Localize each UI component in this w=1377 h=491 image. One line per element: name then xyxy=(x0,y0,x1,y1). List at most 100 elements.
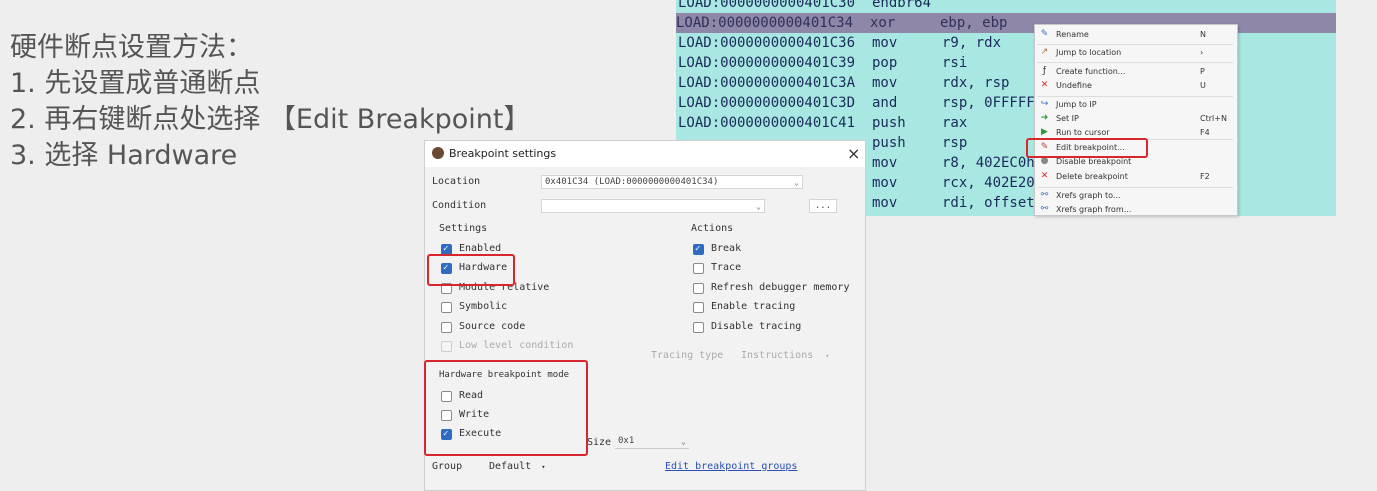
menu-item-xrefs-graph-to[interactable]: ⚯ Xrefs graph to... xyxy=(1035,189,1237,203)
symbolic-checkbox[interactable] xyxy=(441,302,452,313)
group-select[interactable]: Default ▾ xyxy=(489,461,545,472)
menu-item-shortcut: F2 xyxy=(1200,172,1210,181)
close-icon: ✕ xyxy=(1040,80,1049,90)
menu-separator xyxy=(1037,96,1233,97)
condition-label: Condition xyxy=(432,200,487,211)
chevron-down-icon: ⌄ xyxy=(794,178,799,187)
disasm-address: LOAD:0000000000401C3D xyxy=(678,95,856,111)
disable-breakpoint-icon: ● xyxy=(1040,156,1049,166)
rename-icon: ✎ xyxy=(1040,29,1049,39)
disasm-operands: rdx, rsp xyxy=(942,75,1010,91)
disasm-mnemonic: push xyxy=(872,115,906,131)
menu-item-label: Rename xyxy=(1056,30,1089,39)
menu-item-shortcut: F4 xyxy=(1200,128,1210,137)
disasm-operands: r9, rdx xyxy=(942,35,1002,51)
disasm-line[interactable]: LOAD:0000000000401C3A mov rdx, rsp xyxy=(678,73,1009,93)
condition-input[interactable]: ⌄ xyxy=(541,199,765,213)
tracing-type-value: Instructions xyxy=(741,350,814,361)
disasm-operands: rdi, offset xyxy=(942,195,1035,211)
disasm-mnemonic: mov xyxy=(872,155,898,171)
tracing-type-label: Tracing type xyxy=(651,350,724,361)
enable-tracing-label: Enable tracing xyxy=(711,301,796,312)
menu-item-label: Delete breakpoint xyxy=(1056,172,1128,181)
disasm-mnemonic: mov xyxy=(872,75,898,91)
break-checkbox[interactable] xyxy=(693,244,704,255)
disasm-mnemonic: mov xyxy=(872,175,898,191)
menu-item-jump-to-location[interactable]: ↗ Jump to location › xyxy=(1035,46,1237,60)
enable-tracing-checkbox[interactable] xyxy=(693,302,704,313)
menu-item-xrefs-graph-from[interactable]: ⚯ Xrefs graph from... xyxy=(1035,203,1237,217)
disasm-operands: rax xyxy=(942,115,968,131)
disasm-line[interactable]: LOAD:0000000000401C41 push rax xyxy=(678,113,967,133)
group-value: Default xyxy=(489,461,532,472)
menu-item-label: Jump to location xyxy=(1056,48,1122,57)
menu-item-label: Set IP xyxy=(1056,114,1079,123)
disasm-operands: rsp, 0FFFFF xyxy=(942,95,1035,111)
disasm-line[interactable]: LOAD:0000000000401C36 mov r9, rdx xyxy=(678,33,1001,53)
disasm-address: LOAD:0000000000401C3A xyxy=(678,75,856,91)
symbolic-label: Symbolic xyxy=(459,301,508,312)
menu-item-label: Xrefs graph from... xyxy=(1056,205,1132,214)
disasm-mnemonic: pop xyxy=(872,55,898,71)
menu-item-create-function[interactable]: ƒ Create function... P xyxy=(1035,65,1237,79)
menu-item-shortcut: Ctrl+N xyxy=(1200,114,1227,123)
menu-item-delete-breakpoint[interactable]: ✕ Delete breakpoint F2 xyxy=(1035,170,1237,184)
menu-item-set-ip[interactable]: ➜ Set IP Ctrl+N xyxy=(1035,112,1237,126)
slide-step-1: 1. 先设置成普通断点 xyxy=(10,68,261,99)
slide-title: 硬件断点设置方法： xyxy=(10,32,253,63)
disasm-address: LOAD:0000000000401C39 xyxy=(678,55,856,71)
actions-group-label: Actions xyxy=(691,223,734,234)
condition-ellipsis-button[interactable]: ... xyxy=(809,199,837,213)
disasm-mnemonic: xor xyxy=(870,15,896,31)
disasm-address: LOAD:0000000000401C36 xyxy=(678,35,856,51)
edit-breakpoint-highlight xyxy=(1026,138,1148,158)
jump-ip-icon: ↪ xyxy=(1040,99,1049,109)
menu-separator xyxy=(1037,62,1233,63)
set-ip-icon: ➜ xyxy=(1040,113,1049,123)
size-label: Size xyxy=(587,437,612,448)
location-label: Location xyxy=(432,176,481,187)
disasm-line[interactable]: LOAD:0000000000401C30 endbr64 xyxy=(678,0,942,13)
context-menu: ✎ Rename N ↗ Jump to location › ƒ Create functi… xyxy=(1034,24,1238,216)
source-code-label: Source code xyxy=(459,321,526,332)
menu-item-shortcut: U xyxy=(1200,81,1206,90)
menu-item-jump-to-ip[interactable]: ↪ Jump to IP xyxy=(1035,98,1237,112)
location-value: 0x401C34 (LOAD:0000000000401C34) xyxy=(545,177,719,187)
disasm-operands: rcx, 402E20 xyxy=(942,175,1035,191)
menu-item-undefine[interactable]: ✕ Undefine U xyxy=(1035,79,1237,93)
source-code-checkbox[interactable] xyxy=(441,322,452,333)
disasm-operands: rsp xyxy=(942,135,968,151)
disasm-line[interactable]: LOAD:0000000000401C3D and rsp, 0FFFFF xyxy=(678,93,1035,113)
hardware-checkbox-highlight xyxy=(427,254,515,286)
disasm-mnemonic: and xyxy=(872,95,898,111)
refresh-debugger-memory-checkbox[interactable] xyxy=(693,283,704,294)
function-icon: ƒ xyxy=(1042,66,1047,76)
dialog-title: Breakpoint settings xyxy=(449,147,557,160)
trace-checkbox[interactable] xyxy=(693,263,704,274)
menu-separator xyxy=(1037,44,1233,45)
disasm-address: LOAD:0000000000401C34 xyxy=(676,15,854,31)
tracing-type-select[interactable]: Instructions ▾ xyxy=(741,350,830,361)
menu-item-label: Create function... xyxy=(1056,67,1126,76)
disasm-operands: r8, 402EC0h xyxy=(942,155,1035,171)
disasm-operands: ebp, ebp xyxy=(940,15,1008,31)
menu-item-shortcut: › xyxy=(1200,48,1204,57)
size-select[interactable]: 0x1 ⌄ xyxy=(615,435,689,449)
chevron-down-icon: ▾ xyxy=(541,463,546,471)
menu-item-shortcut: P xyxy=(1200,67,1205,76)
disable-tracing-checkbox[interactable] xyxy=(693,322,704,333)
size-value: 0x1 xyxy=(618,436,635,446)
location-select[interactable]: 0x401C34 (LOAD:0000000000401C34) ⌄ xyxy=(541,175,803,189)
menu-item-label: Jump to IP xyxy=(1056,100,1097,109)
group-label: Group xyxy=(432,461,463,472)
chevron-down-icon: ▾ xyxy=(825,352,830,360)
menu-item-rename[interactable]: ✎ Rename N xyxy=(1035,28,1237,42)
edit-breakpoint-groups-link[interactable]: Edit breakpoint groups xyxy=(665,461,797,472)
disasm-address: LOAD:0000000000401C30 xyxy=(678,0,856,11)
dialog-titlebar: Breakpoint settings × xyxy=(425,141,865,167)
menu-separator xyxy=(1037,187,1233,188)
disasm-operands: rsi xyxy=(942,55,968,71)
disasm-line[interactable]: LOAD:0000000000401C39 pop rsi xyxy=(678,53,967,73)
close-icon[interactable]: × xyxy=(847,144,860,163)
app-icon xyxy=(432,147,444,159)
